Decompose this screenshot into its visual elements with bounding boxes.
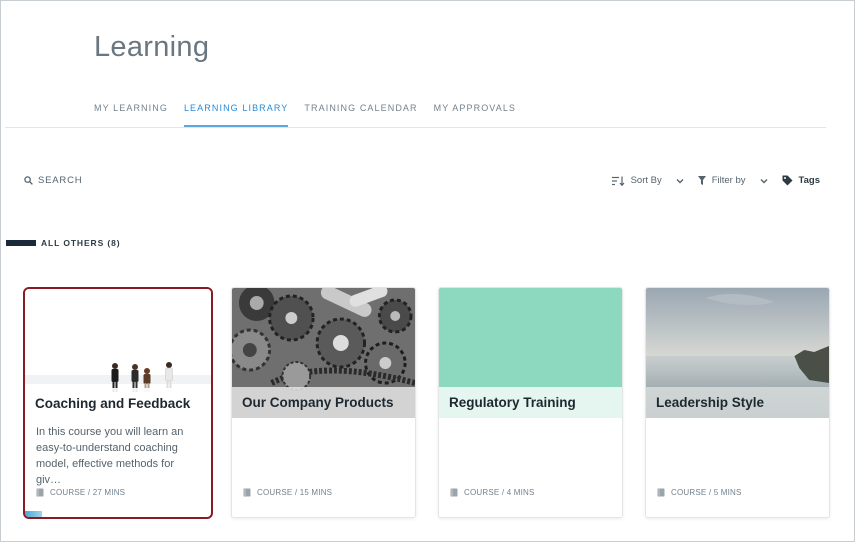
sort-by-label: Sort By	[630, 175, 662, 186]
search-icon	[24, 176, 33, 185]
search-label: SEARCH	[38, 175, 83, 186]
tag-icon	[782, 175, 793, 186]
chevron-down-icon	[676, 178, 684, 183]
filter-by-label: Filter by	[711, 175, 746, 186]
page-title: Learning	[94, 31, 210, 63]
sort-icon	[611, 176, 625, 186]
tags-label: Tags	[798, 175, 820, 186]
card-meta-text: COURSE / 15 MINS	[257, 488, 333, 497]
card-title-band: Regulatory Training	[439, 387, 622, 418]
card-meta: COURSE / 5 MINS	[657, 488, 742, 497]
card-title: Leadership Style	[656, 395, 765, 410]
search-button[interactable]: SEARCH	[24, 175, 82, 186]
tab-my-learning[interactable]: MY LEARNING	[94, 103, 168, 127]
card-meta: COURSE / 4 MINS	[450, 488, 535, 497]
section-header: ALL OTHERS (8)	[6, 238, 121, 248]
card-title-band: Leadership Style	[646, 387, 829, 418]
card-title-band: Our Company Products	[232, 387, 415, 418]
tab-training-calendar[interactable]: TRAINING CALENDAR	[304, 103, 417, 127]
course-card[interactable]: Leadership Style COURSE / 5 MINS	[645, 287, 830, 518]
chevron-down-icon	[760, 178, 768, 183]
course-card[interactable]: Our Company Products COURSE / 15 MINS	[231, 287, 416, 518]
section-bar	[6, 240, 36, 246]
filter-by-button[interactable]: Filter by	[697, 175, 768, 186]
card-meta-text: COURSE / 4 MINS	[464, 488, 535, 497]
tab-my-approvals[interactable]: MY APPROVALS	[434, 103, 516, 127]
card-title-band: Coaching and Feedback	[25, 388, 211, 419]
course-book-icon	[657, 488, 665, 497]
card-title: Coaching and Feedback	[35, 396, 191, 411]
card-meta: COURSE / 27 MINS	[36, 488, 125, 497]
tab-divider	[5, 127, 826, 128]
course-book-icon	[450, 488, 458, 497]
tab-bar: MY LEARNING LEARNING LIBRARY TRAINING CA…	[94, 103, 532, 127]
card-meta-text: COURSE / 27 MINS	[50, 488, 126, 497]
card-meta: COURSE / 15 MINS	[243, 488, 332, 497]
card-meta-text: COURSE / 5 MINS	[671, 488, 742, 497]
filter-icon	[697, 176, 706, 185]
app-window: Learning MY LEARNING LEARNING LIBRARY TR…	[0, 0, 855, 542]
card-title: Regulatory Training	[449, 395, 576, 410]
course-book-icon	[36, 488, 44, 497]
section-title: ALL OTHERS (8)	[41, 238, 121, 248]
progress-bar	[25, 511, 42, 517]
tab-learning-library[interactable]: LEARNING LIBRARY	[183, 103, 289, 127]
card-title: Our Company Products	[242, 395, 394, 410]
course-book-icon	[243, 488, 251, 497]
course-card[interactable]: Regulatory Training COURSE / 4 MINS	[438, 287, 623, 518]
toolbar: Sort By Filter by Tags	[598, 175, 820, 186]
course-card[interactable]: Coaching and Feedback In this course you…	[23, 287, 213, 519]
sort-by-button[interactable]: Sort By	[611, 175, 684, 186]
tags-button[interactable]: Tags	[782, 175, 820, 186]
card-description: In this course you will learn an easy-to…	[36, 426, 184, 486]
